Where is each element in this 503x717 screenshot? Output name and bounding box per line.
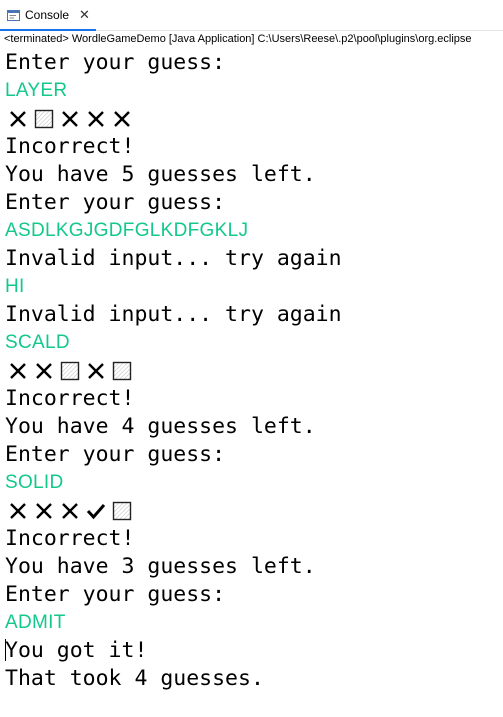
console-output-line: Enter your guess: [5, 442, 226, 467]
x-icon [83, 357, 109, 385]
console-user-input: ADMIT [5, 612, 66, 633]
console-user-input: ASDLKGJGDFGLKDFGKLJ [5, 220, 249, 241]
console-output-line: Enter your guess: [5, 50, 226, 75]
console-user-input: HI [5, 276, 25, 297]
console-output-line: That took 4 guesses. [5, 666, 264, 691]
hatched-box-icon [109, 497, 135, 525]
x-icon [109, 105, 135, 133]
console-icon [7, 9, 20, 22]
console-user-input: SCALD [5, 332, 70, 353]
guess-feedback-row [5, 497, 503, 525]
console-output-line: Invalid input... try again [5, 302, 342, 327]
console-output-line: Enter your guess: [5, 190, 226, 215]
console-output-line: You have 5 guesses left. [5, 162, 316, 187]
console-output-line: Enter your guess: [5, 582, 226, 607]
guess-feedback-row [5, 357, 503, 385]
console-output-line: Invalid input... try again [5, 246, 342, 271]
process-status: <terminated> WordleGameDemo [Java Applic… [0, 31, 503, 47]
x-icon [5, 497, 31, 525]
hatched-box-icon [57, 357, 83, 385]
check-icon [83, 497, 109, 525]
console-user-input: SOLID [5, 472, 64, 493]
x-icon [31, 497, 57, 525]
guess-feedback-row [5, 105, 503, 133]
x-icon [31, 357, 57, 385]
active-tab-indicator [0, 29, 96, 31]
console-output-line: Incorrect! [5, 526, 135, 551]
x-icon [5, 105, 31, 133]
hatched-box-icon [109, 357, 135, 385]
console-output[interactable]: Enter your guess: LAYER Incorrect! You have… [0, 47, 503, 693]
x-icon [57, 497, 83, 525]
console-output-line: Incorrect! [5, 386, 135, 411]
hatched-box-icon [31, 105, 57, 133]
close-icon[interactable]: ✕ [79, 7, 90, 23]
tab-console[interactable]: Console ✕ [0, 0, 96, 31]
console-user-input: LAYER [5, 80, 68, 101]
console-output-line: Incorrect! [5, 134, 135, 159]
console-output-line: You got it! [5, 637, 503, 665]
x-icon [57, 105, 83, 133]
x-icon [83, 105, 109, 133]
tab-console-label: Console [25, 8, 70, 22]
console-output-line: You have 3 guesses left. [5, 554, 316, 579]
console-tab-bar: Console ✕ [0, 0, 503, 31]
x-icon [5, 357, 31, 385]
console-output-line: You have 4 guesses left. [5, 414, 316, 439]
